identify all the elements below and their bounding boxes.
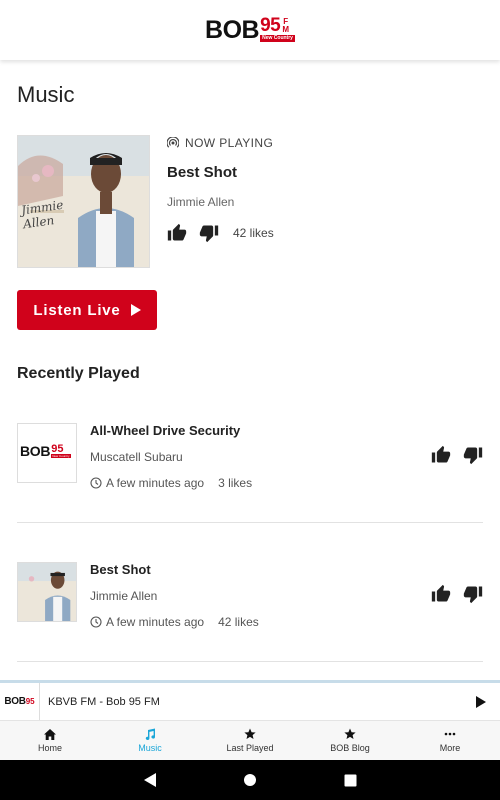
logo-number: 95 [260, 15, 281, 36]
clock-icon [90, 616, 102, 628]
play-icon [130, 304, 141, 316]
track-likes: 42 likes [218, 615, 259, 629]
system-nav-bar [0, 760, 500, 800]
mini-player-logo: BOB 95 [0, 683, 40, 720]
track-likes: 3 likes [218, 476, 253, 490]
bottom-tab-bar: Home Music Last Played BOB Blog More [0, 720, 500, 760]
tab-label: Home [37, 742, 62, 753]
thumbs-down-icon[interactable] [199, 223, 219, 243]
tab-label: More [439, 743, 461, 753]
back-icon[interactable] [143, 772, 157, 788]
tab-music[interactable]: Music [100, 721, 200, 760]
now-playing-album-art[interactable]: Jimmie Allen [17, 135, 150, 268]
now-playing-info: NOW PLAYING Best Shot Jimmie Allen 42 li… [167, 136, 467, 243]
now-playing-likes: 42 likes [233, 226, 274, 240]
page-title: Music [17, 82, 75, 107]
now-playing-title: Best Shot [167, 164, 238, 181]
home-icon [44, 728, 56, 740]
recently-played-heading: Recently Played [17, 365, 140, 382]
list-item[interactable]: BOB 95 New Country All-Wheel Drive Secur… [17, 423, 483, 523]
track-title: All-Wheel Drive Security [90, 423, 241, 438]
logo-subtitle: New Country [51, 454, 71, 458]
now-playing-label: NOW PLAYING [185, 136, 274, 150]
tab-last-played[interactable]: Last Played [200, 721, 300, 760]
now-playing-artist: Jimmie Allen [167, 195, 235, 209]
star-icon [244, 728, 256, 739]
list-item[interactable]: Best Shot Jimmie Allen A few minutes ago… [17, 562, 483, 662]
track-title: Best Shot [90, 562, 151, 577]
thumbs-up-icon[interactable] [431, 584, 451, 604]
tab-label: Music [138, 743, 162, 753]
thumbs-up-icon[interactable] [167, 223, 187, 243]
thumbs-down-icon[interactable] [463, 445, 483, 465]
tab-bob-blog[interactable]: BOB Blog [300, 721, 400, 760]
play-icon[interactable] [476, 695, 486, 708]
played-time: A few minutes ago [106, 476, 205, 490]
logo-main-text: BOB [20, 443, 51, 459]
logo-number: 95 [25, 697, 35, 706]
logo-main-text: BOB [4, 696, 26, 707]
tab-label: BOB Blog [330, 743, 370, 753]
divider [17, 661, 483, 662]
mini-player[interactable]: BOB 95 KBVB FM - Bob 95 FM [0, 680, 500, 720]
more-dots-icon [444, 732, 456, 736]
star-icon [344, 728, 356, 739]
tab-home[interactable]: Home [0, 721, 100, 760]
logo-subtitle: New Country [260, 35, 295, 42]
track-artist: Muscatell Subaru [90, 450, 183, 464]
listen-live-button[interactable]: Listen Live [17, 290, 157, 330]
played-time: A few minutes ago [106, 615, 205, 629]
station-logo[interactable]: BOB 95 FM New Country [205, 15, 295, 44]
logo-main-text: BOB [205, 16, 260, 44]
sponsor-logo: BOB 95 New Country [17, 423, 77, 483]
thumbs-down-icon[interactable] [463, 584, 483, 604]
listen-live-label: Listen Live [33, 301, 121, 319]
home-button-icon[interactable] [243, 773, 257, 787]
thumbs-up-icon[interactable] [431, 445, 451, 465]
app-header: BOB 95 FM New Country [0, 0, 500, 60]
music-note-icon [145, 728, 155, 740]
logo-number: 95 [51, 443, 64, 455]
broadcast-icon [167, 137, 179, 148]
tab-label: Last Played [226, 743, 274, 753]
logo-fm: FM [281, 17, 291, 33]
clock-icon [90, 477, 102, 489]
mini-player-title: KBVB FM - Bob 95 FM [48, 695, 160, 708]
tab-more[interactable]: More [400, 721, 500, 760]
recents-icon[interactable] [344, 774, 357, 787]
track-artist: Jimmie Allen [90, 589, 158, 603]
album-art-thumbnail [17, 562, 77, 622]
divider [17, 522, 483, 523]
